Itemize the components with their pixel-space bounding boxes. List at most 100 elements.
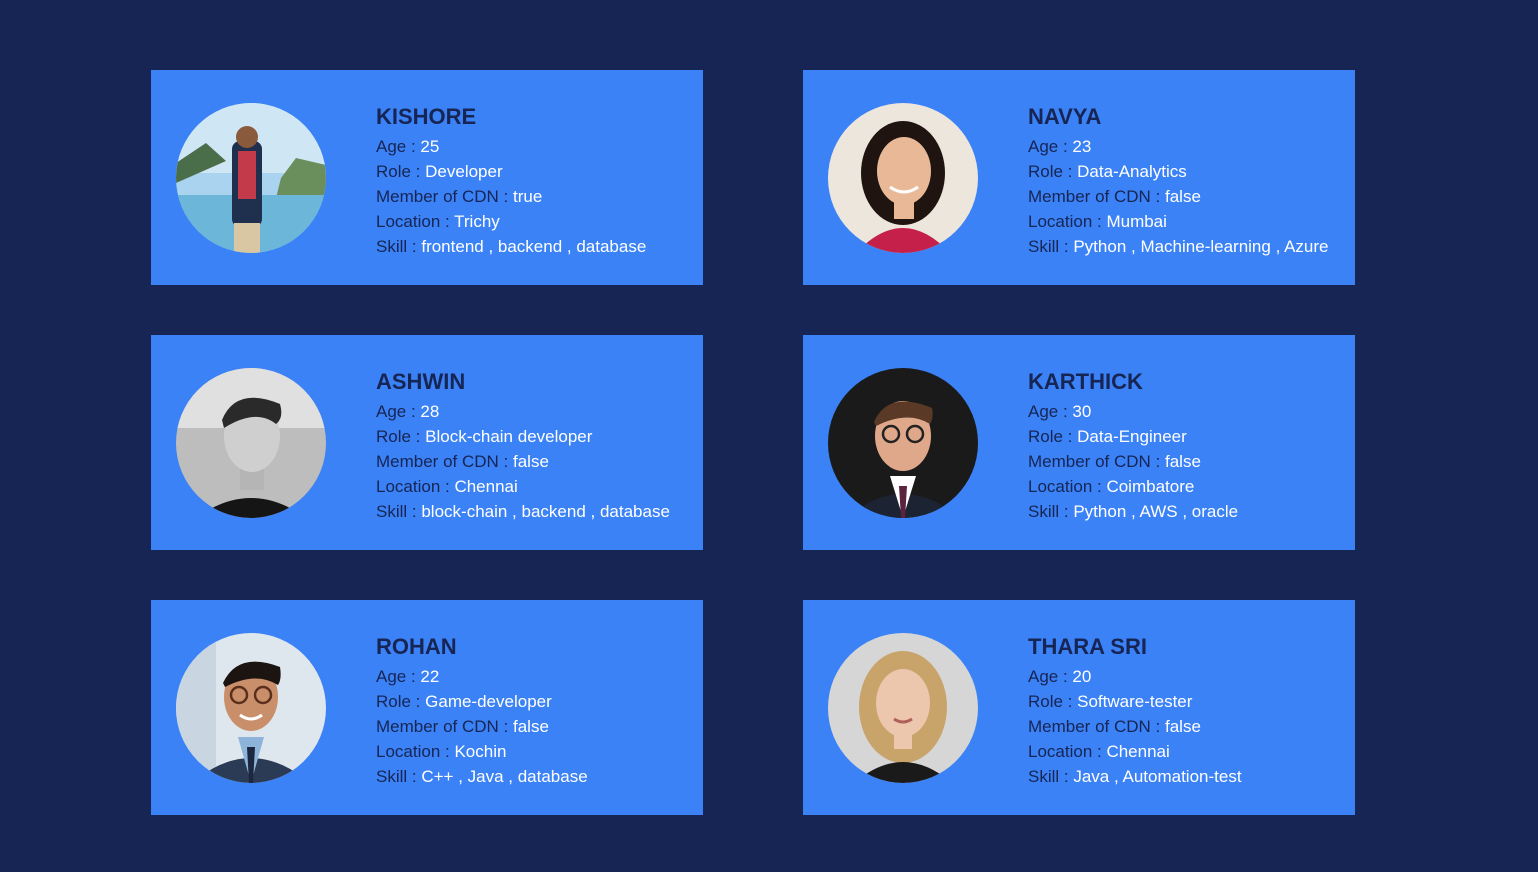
skill-label: Skill : [376,502,422,521]
profile-name: THARA SRI [1028,634,1147,659]
member-row: Member of CDN : false [376,449,696,474]
role-label: Role : [376,692,426,711]
age-value: 25 [420,137,440,156]
skill-value: Java , Automation-test [1073,767,1242,786]
location-label: Location : [376,212,455,231]
member-label: Member of CDN : [376,187,513,206]
age-label: Age : [376,137,421,156]
profile-name: KISHORE [376,104,477,129]
role-value: Software-tester [1077,692,1193,711]
location-row: Location : Mumbai [1028,209,1348,234]
skill-label: Skill : [1028,502,1074,521]
skill-value: C++ , Java , database [421,767,588,786]
member-value: false [1164,452,1201,471]
member-value: false [512,452,549,471]
age-label: Age : [1028,667,1073,686]
age-label: Age : [1028,137,1073,156]
age-value: 22 [420,667,440,686]
location-label: Location : [376,742,455,761]
avatar [828,633,978,783]
skill-label: Skill : [1028,767,1074,786]
profile-card-kishore: KISHORE Age : 25 Role : Developer Member… [151,70,703,285]
skill-value: frontend , backend , database [421,237,647,256]
location-value: Trichy [454,212,500,231]
profile-name: ASHWIN [376,369,466,394]
profile-card-thara-sri: THARA SRI Age : 20 Role : Software-teste… [803,600,1355,815]
member-label: Member of CDN : [376,452,513,471]
skill-value: Python , AWS , oracle [1073,502,1239,521]
member-row: Member of CDN : true [376,184,696,209]
member-label: Member of CDN : [1028,452,1165,471]
role-row: Role : Developer [376,159,696,184]
profile-info: ROHAN Age : 22 Role : Game-developer Mem… [376,634,696,789]
skill-row: Skill : C++ , Java , database [376,764,696,789]
role-value: Data-Engineer [1077,427,1187,446]
skill-row: Skill : Python , AWS , oracle [1028,499,1348,524]
avatar [176,368,326,518]
role-label: Role : [376,427,426,446]
role-row: Role : Software-tester [1028,689,1348,714]
location-label: Location : [1028,477,1107,496]
location-value: Chennai [454,477,518,496]
skill-value: block-chain , backend , database [421,502,670,521]
profile-card-karthick: KARTHICK Age : 30 Role : Data-Engineer M… [803,335,1355,550]
member-row: Member of CDN : false [1028,184,1348,209]
age-row: Age : 23 [1028,134,1348,159]
profile-info: NAVYA Age : 23 Role : Data-Analytics Mem… [1028,104,1348,259]
age-value: 23 [1072,137,1092,156]
avatar [176,103,326,253]
age-label: Age : [1028,402,1073,421]
member-row: Member of CDN : false [1028,449,1348,474]
skill-label: Skill : [376,237,422,256]
skill-row: Skill : block-chain , backend , database [376,499,696,524]
role-row: Role : Data-Engineer [1028,424,1348,449]
location-row: Location : Coimbatore [1028,474,1348,499]
age-value: 28 [420,402,440,421]
age-label: Age : [376,667,421,686]
skill-row: Skill : Python , Machine-learning , Azur… [1028,234,1348,259]
location-row: Location : Kochin [376,739,696,764]
role-value: Game-developer [425,692,552,711]
location-value: Chennai [1106,742,1170,761]
member-row: Member of CDN : false [376,714,696,739]
role-value: Developer [425,162,503,181]
role-label: Role : [376,162,426,181]
profile-card-ashwin: ASHWIN Age : 28 Role : Block-chain devel… [151,335,703,550]
location-value: Mumbai [1106,212,1167,231]
member-value: true [512,187,543,206]
role-label: Role : [1028,692,1078,711]
location-label: Location : [1028,742,1107,761]
member-value: false [512,717,549,736]
profile-card-navya: NAVYA Age : 23 Role : Data-Analytics Mem… [803,70,1355,285]
profile-name: ROHAN [376,634,457,659]
avatar [828,103,978,253]
profile-name: NAVYA [1028,104,1102,129]
location-value: Coimbatore [1106,477,1195,496]
age-row: Age : 20 [1028,664,1348,689]
role-row: Role : Block-chain developer [376,424,696,449]
profile-info: THARA SRI Age : 20 Role : Software-teste… [1028,634,1348,789]
role-row: Role : Data-Analytics [1028,159,1348,184]
role-row: Role : Game-developer [376,689,696,714]
skill-row: Skill : Java , Automation-test [1028,764,1348,789]
avatar [828,368,978,518]
location-row: Location : Trichy [376,209,696,234]
age-value: 20 [1072,667,1092,686]
location-value: Kochin [454,742,507,761]
member-label: Member of CDN : [376,717,513,736]
avatar [176,633,326,783]
age-row: Age : 30 [1028,399,1348,424]
role-value: Block-chain developer [425,427,593,446]
skill-label: Skill : [376,767,422,786]
member-value: false [1164,187,1201,206]
profile-card-rohan: ROHAN Age : 22 Role : Game-developer Mem… [151,600,703,815]
profile-info: ASHWIN Age : 28 Role : Block-chain devel… [376,369,696,524]
skill-label: Skill : [1028,237,1074,256]
age-value: 30 [1072,402,1092,421]
member-row: Member of CDN : false [1028,714,1348,739]
profile-info: KARTHICK Age : 30 Role : Data-Engineer M… [1028,369,1348,524]
location-row: Location : Chennai [1028,739,1348,764]
skill-value: Python , Machine-learning , Azure [1073,237,1329,256]
skill-row: Skill : frontend , backend , database [376,234,696,259]
member-value: false [1164,717,1201,736]
